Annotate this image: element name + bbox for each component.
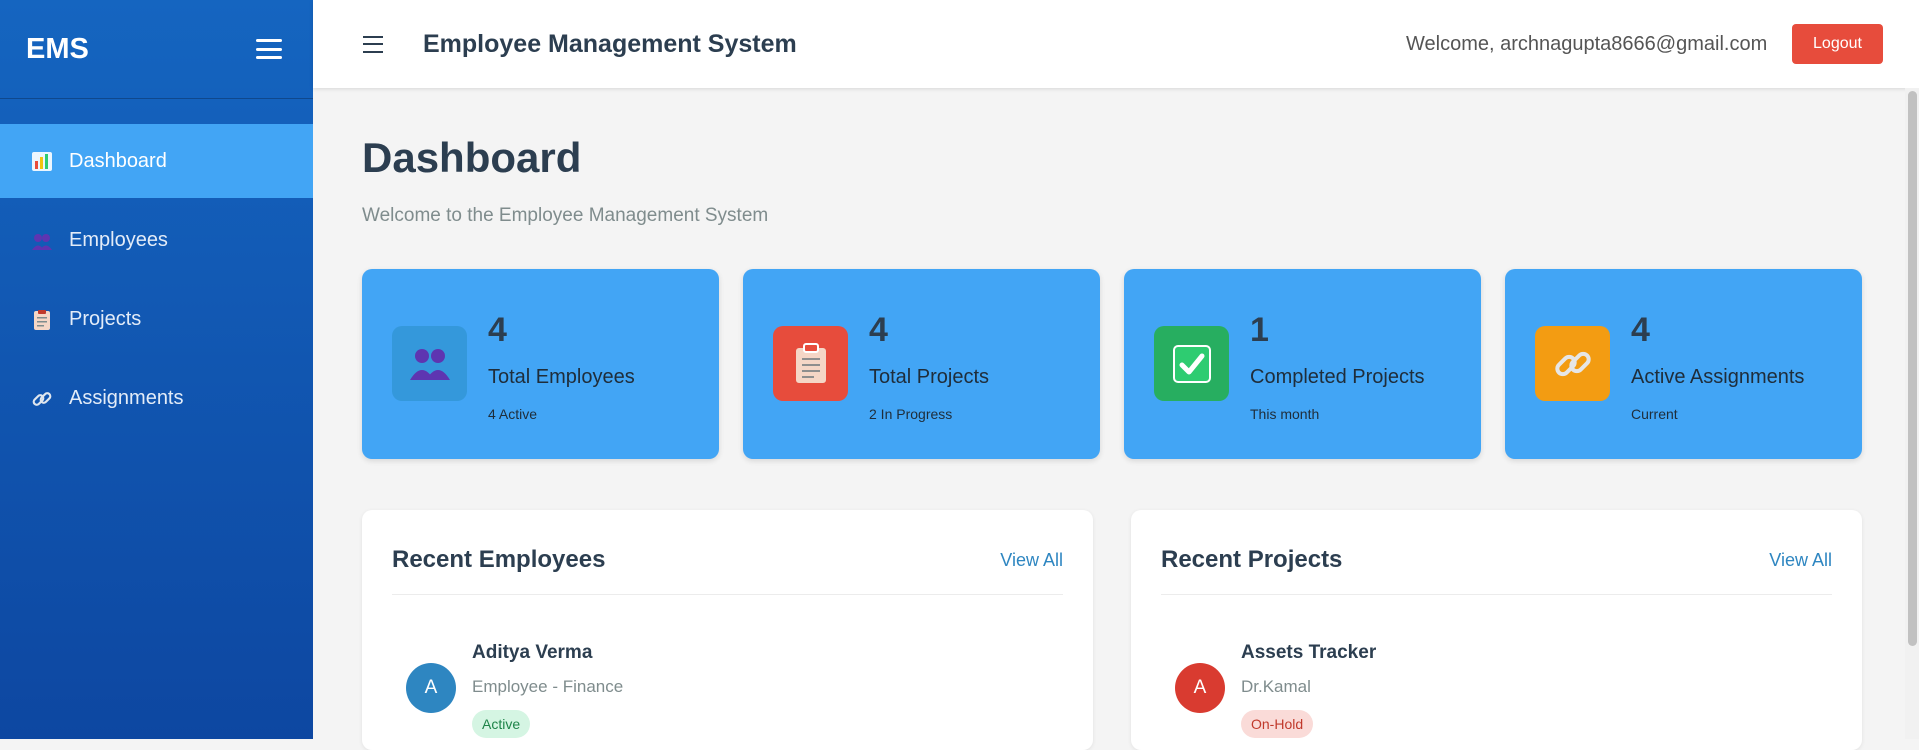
sidebar-item-assignments[interactable]: Assignments (0, 362, 313, 435)
stat-card-total-employees[interactable]: 4 Total Employees 4 Active (362, 269, 719, 459)
view-all-projects-link[interactable]: View All (1769, 550, 1832, 571)
scrollbar-thumb[interactable] (1908, 91, 1917, 646)
sidebar-header: EMS (0, 0, 313, 99)
link-icon (30, 387, 54, 411)
top-bar: Employee Management System Welcome, arch… (313, 0, 1919, 88)
divider (1161, 594, 1832, 595)
stat-card-active-assignments[interactable]: 4 Active Assignments Current (1505, 269, 1862, 459)
sidebar-item-label: Assignments (69, 387, 184, 409)
stat-value: 4 (1631, 311, 1650, 349)
chart-icon (30, 149, 54, 173)
status-badge: Active (472, 710, 531, 738)
sidebar-item-label: Employees (69, 229, 168, 251)
people-icon (392, 326, 467, 401)
stat-value: 4 (869, 311, 888, 349)
welcome-text: Welcome, archnagupta8666@gmail.com (1406, 33, 1768, 55)
stat-subtext: Current (1631, 406, 1678, 422)
brand-logo[interactable]: EMS (26, 33, 89, 66)
people-icon (30, 229, 54, 253)
check-icon (1154, 326, 1229, 401)
stat-label: Total Employees (488, 366, 635, 388)
stat-subtext: This month (1250, 406, 1320, 422)
view-all-employees-link[interactable]: View All (1000, 550, 1063, 571)
app-title: Employee Management System (423, 29, 797, 58)
project-name: Assets Tracker (1241, 642, 1377, 663)
stat-subtext: 4 Active (488, 406, 538, 422)
clipboard-icon (30, 308, 54, 332)
panel-title: Recent Employees (392, 546, 606, 573)
sidebar-toggle-icon[interactable] (256, 39, 282, 59)
sidebar-item-label: Projects (69, 308, 142, 330)
stat-card-total-projects[interactable]: 4 Total Projects 2 In Progress (743, 269, 1100, 459)
stat-label: Total Projects (869, 366, 990, 388)
sidebar-nav: Dashboard Employees Projects Assignments (0, 124, 313, 435)
recent-employees-panel: Recent Employees View All A Aditya Verma… (362, 510, 1093, 750)
sidebar: EMS Dashboard Employees Projects Assignm… (0, 0, 313, 739)
stat-subtext: 2 In Progress (869, 406, 953, 422)
stat-value: 1 (1250, 311, 1269, 349)
panel-title: Recent Projects (1161, 546, 1343, 573)
stat-card-completed-projects[interactable]: 1 Completed Projects This month (1124, 269, 1481, 459)
avatar: A (406, 663, 456, 713)
avatar: A (1175, 663, 1225, 713)
employee-name: Aditya Verma (472, 642, 593, 663)
divider (392, 594, 1063, 595)
stat-label: Active Assignments (1631, 366, 1805, 388)
page-subtitle: Welcome to the Employee Management Syste… (362, 205, 769, 226)
sidebar-item-label: Dashboard (69, 149, 167, 172)
status-badge: On-Hold (1241, 710, 1314, 738)
menu-icon[interactable] (363, 35, 383, 53)
page-title: Dashboard (362, 134, 582, 181)
logout-button[interactable]: Logout (1792, 24, 1883, 64)
sidebar-item-projects[interactable]: Projects (0, 283, 313, 356)
project-manager: Dr.Kamal (1241, 677, 1311, 696)
sidebar-item-dashboard[interactable]: Dashboard (0, 124, 313, 198)
employee-role: Employee - Finance (472, 677, 624, 696)
stat-value: 4 (488, 311, 507, 349)
clipboard-icon (773, 326, 848, 401)
sidebar-item-employees[interactable]: Employees (0, 204, 313, 277)
stat-label: Completed Projects (1250, 366, 1425, 388)
recent-projects-panel: Recent Projects View All A Assets Tracke… (1131, 510, 1862, 750)
link-icon (1535, 326, 1610, 401)
